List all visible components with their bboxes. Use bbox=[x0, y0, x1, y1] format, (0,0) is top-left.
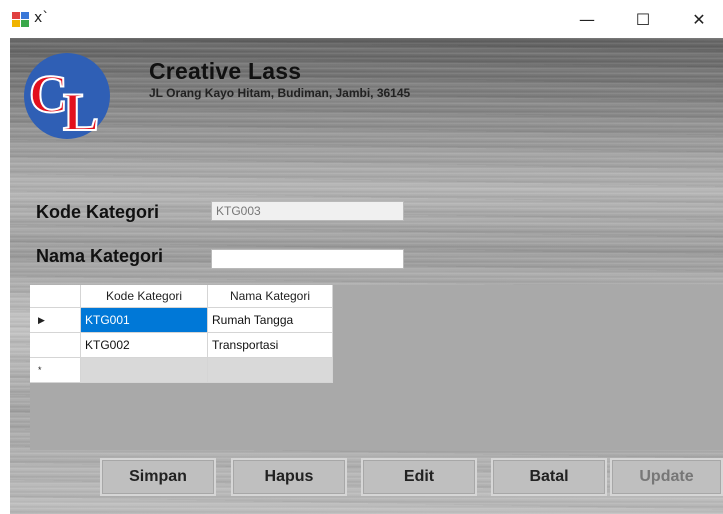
company-logo: C L bbox=[24, 53, 110, 140]
kode-kategori-input[interactable] bbox=[211, 201, 404, 221]
cell-nama[interactable]: Rumah Tangga bbox=[207, 307, 333, 333]
cell-kode[interactable]: KTG002 bbox=[80, 332, 208, 358]
batal-button[interactable]: Batal bbox=[491, 458, 607, 496]
new-row-indicator[interactable]: * bbox=[30, 357, 81, 383]
column-header-nama[interactable]: Nama Kategori bbox=[207, 285, 333, 308]
minimize-button[interactable]: — bbox=[564, 0, 610, 38]
cell-nama[interactable]: Transportasi bbox=[207, 332, 333, 358]
new-row[interactable]: * bbox=[30, 357, 333, 383]
close-button[interactable]: ✕ bbox=[676, 0, 722, 38]
kategori-data-grid[interactable]: Kode Kategori Nama Kategori ▶ KTG001 Rum… bbox=[30, 285, 723, 450]
table-row[interactable]: ▶ KTG001 Rumah Tangga bbox=[30, 307, 333, 333]
edit-button[interactable]: Edit bbox=[361, 458, 477, 496]
simpan-button[interactable]: Simpan bbox=[100, 458, 216, 496]
svg-text:L: L bbox=[63, 82, 99, 140]
nama-kategori-input[interactable] bbox=[211, 249, 404, 269]
column-header-kode[interactable]: Kode Kategori bbox=[80, 285, 208, 308]
title-bar: x` — ☐ ✕ bbox=[0, 0, 723, 38]
grid-corner-header bbox=[30, 285, 81, 308]
company-name: Creative Lass bbox=[149, 58, 302, 84]
app-icon bbox=[12, 12, 29, 27]
nama-kategori-label: Nama Kategori bbox=[36, 246, 164, 266]
cell-kode[interactable]: KTG001 bbox=[80, 307, 208, 333]
cell-kode[interactable] bbox=[80, 357, 208, 383]
hapus-button[interactable]: Hapus bbox=[231, 458, 347, 496]
kode-kategori-label: Kode Kategori bbox=[36, 202, 160, 222]
form-client-area: C L Creative Lass JL Orang Kayo Hitam, B… bbox=[10, 38, 723, 514]
window-title: x` bbox=[34, 10, 50, 26]
table-row[interactable]: KTG002 Transportasi bbox=[30, 332, 333, 358]
row-indicator-icon[interactable]: ▶ bbox=[30, 307, 81, 333]
maximize-button[interactable]: ☐ bbox=[620, 0, 666, 38]
cell-nama[interactable] bbox=[207, 357, 333, 383]
company-address: JL Orang Kayo Hitam, Budiman, Jambi, 361… bbox=[149, 86, 411, 100]
row-header[interactable] bbox=[30, 332, 81, 358]
update-button[interactable]: Update bbox=[610, 458, 723, 496]
